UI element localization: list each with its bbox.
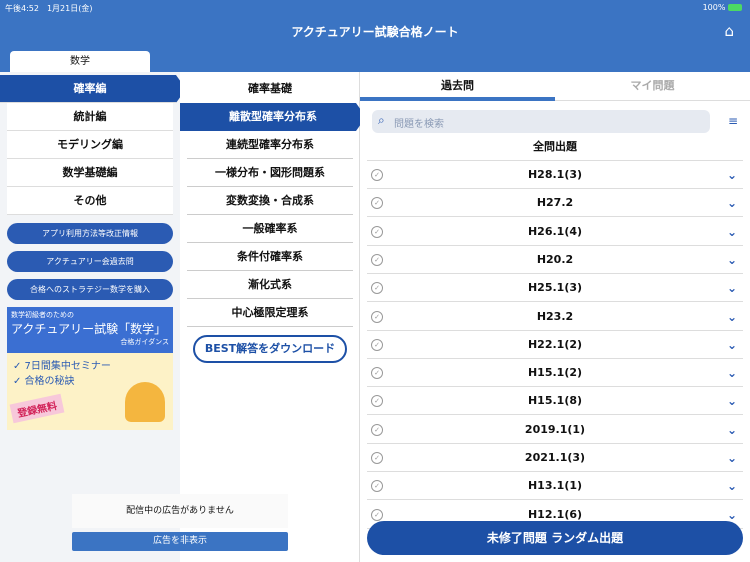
battery-level: 100% (702, 3, 726, 12)
hide-ads-button[interactable]: 広告を非表示 (72, 532, 288, 551)
category-item[interactable]: 一様分布・図形問題系 (187, 159, 353, 187)
left-item-modeling[interactable]: モデリング編 (7, 131, 173, 159)
question-label: H26.1(4) (527, 224, 583, 238)
question-row[interactable]: ✓ H27.2 ⌄ (367, 189, 743, 218)
ad-title: アクチュアリー試験「数学」 (11, 322, 167, 336)
left-sidebar: 確率編 統計編 モデリング編 数学基礎編 その他 アプリ利用方法等改正情報 アク… (0, 72, 288, 562)
battery-icon (728, 4, 742, 11)
question-label: H25.1(3) (527, 281, 583, 295)
left-item-statistics[interactable]: 統計編 (7, 103, 173, 131)
question-row[interactable]: ✓ 2019.1(1) ⌄ (367, 416, 743, 444)
question-label: H28.1(3) (527, 168, 583, 181)
question-label: H20.2 (536, 252, 574, 266)
check-circle-icon[interactable]: ✓ (371, 169, 383, 181)
past-exams-button[interactable]: アクチュアリー会過去問 (7, 251, 173, 272)
question-row[interactable]: ✓ H26.1(4) ⌄ (367, 218, 743, 246)
status-time: 午後4:52 1月21日(金) (5, 4, 93, 13)
question-panel: 過去問 マイ問題 ⌕ 問題を検索 ≡ 全問出題 ✓ H28.1(3) ⌄ ✓ H27.2… (360, 72, 750, 562)
question-row[interactable]: ✓ H13.1(1) ⌄ (367, 472, 743, 501)
question-label: H12.1(6) (527, 507, 583, 521)
ad-badge: 登録無料 (9, 393, 65, 424)
search-input[interactable]: ⌕ 問題を検索 (372, 110, 710, 133)
question-row[interactable]: ✓ H23.2 ⌄ (367, 303, 743, 331)
question-row[interactable]: ✓ H15.1(8) ⌄ (367, 387, 743, 416)
header: 午後4:52 1月21日(金) 100% アクチュアリー試験合格ノート ⌂ 数学 (0, 0, 750, 72)
app-title: アクチュアリー試験合格ノート (291, 25, 459, 39)
question-row[interactable]: ✓ H28.1(3) ⌄ (367, 161, 743, 189)
category-item[interactable]: 連続型確率分布系 (187, 131, 353, 159)
category-item-selected[interactable]: 離散型確率分布系 (180, 103, 366, 131)
chevron-down-icon[interactable]: ⌄ (727, 218, 737, 246)
chevron-down-icon[interactable]: ⌄ (727, 161, 737, 189)
category-item[interactable]: 中心極限定理系 (187, 299, 353, 327)
app-update-info-button[interactable]: アプリ利用方法等改正情報 (7, 223, 173, 244)
purchase-strategy-button[interactable]: 合格へのストラテジー数学を購入 (7, 279, 173, 300)
question-label: H22.1(2) (527, 337, 583, 351)
all-questions-button[interactable]: 全問出題 (367, 133, 743, 161)
left-item-probability[interactable]: 確率編 (0, 75, 180, 103)
check-circle-icon[interactable]: ✓ (371, 508, 383, 521)
filter-icon[interactable]: ≡ (728, 114, 738, 128)
chevron-down-icon[interactable]: ⌄ (727, 189, 737, 217)
check-circle-icon[interactable]: ✓ (371, 480, 383, 493)
question-row[interactable]: ✓ H15.1(2) ⌄ (367, 359, 743, 388)
subject-tab[interactable]: 数学 (10, 51, 150, 72)
home-icon[interactable]: ⌂ (724, 22, 734, 40)
ad-subtitle: 合格ガイダンス (120, 338, 169, 346)
search-icon: ⌕ (378, 113, 385, 127)
chevron-down-icon[interactable]: ⌄ (727, 472, 737, 500)
check-circle-icon[interactable]: ✓ (371, 367, 383, 380)
check-circle-icon[interactable]: ✓ (371, 338, 383, 351)
download-best-answers-button[interactable]: BEST解答をダウンロード (193, 335, 347, 363)
question-label: H23.2 (536, 309, 574, 323)
chevron-down-icon[interactable]: ⌄ (727, 246, 737, 274)
question-row[interactable]: ✓ H20.2 ⌄ (367, 246, 743, 274)
chevron-down-icon[interactable]: ⌄ (727, 444, 737, 472)
question-label: 2019.1(1) (524, 422, 586, 436)
search-placeholder: 問題を検索 (394, 119, 444, 130)
left-item-other[interactable]: その他 (7, 187, 173, 215)
tab-my-questions[interactable]: マイ問題 (555, 72, 750, 101)
chevron-down-icon[interactable]: ⌄ (727, 303, 737, 331)
chevron-down-icon[interactable]: ⌄ (727, 359, 737, 387)
category-item[interactable]: 漸化式系 (187, 271, 353, 299)
check-circle-icon[interactable]: ✓ (371, 423, 383, 436)
question-label: H15.1(8) (527, 394, 583, 408)
category-item[interactable]: 条件付確率系 (187, 243, 353, 271)
check-circle-icon[interactable]: ✓ (371, 225, 383, 238)
ad-illustration (125, 382, 165, 422)
question-label: H13.1(1) (527, 479, 583, 493)
category-item[interactable]: 確率基礎 (187, 75, 353, 103)
question-row[interactable]: ✓ 2021.1(3) ⌄ (367, 444, 743, 472)
no-ads-message: 配信中の広告がありません (72, 494, 288, 528)
question-row[interactable]: ✓ H25.1(3) ⌄ (367, 274, 743, 303)
chevron-down-icon[interactable]: ⌄ (727, 387, 737, 415)
check-circle-icon[interactable]: ✓ (371, 452, 383, 464)
ad-small-text: 数学初級者のための (11, 311, 74, 319)
battery: 100% (703, 3, 742, 12)
chevron-down-icon[interactable]: ⌄ (727, 331, 737, 359)
check-circle-icon[interactable]: ✓ (371, 395, 383, 408)
question-row[interactable]: ✓ H22.1(2) ⌄ (367, 331, 743, 359)
check-circle-icon[interactable]: ✓ (371, 253, 383, 266)
left-item-math-basics[interactable]: 数学基礎編 (7, 159, 173, 187)
chevron-down-icon[interactable]: ⌄ (727, 416, 737, 444)
ad-point: ✓ 7日間集中セミナー (13, 361, 111, 372)
question-label: H15.1(2) (527, 366, 583, 380)
tab-past-exams[interactable]: 過去問 (360, 72, 555, 101)
ad-header: 数学初級者のための アクチュアリー試験「数学」 合格ガイダンス (7, 307, 173, 353)
check-circle-icon[interactable]: ✓ (371, 310, 383, 323)
check-circle-icon[interactable]: ✓ (371, 282, 383, 295)
check-circle-icon[interactable]: ✓ (371, 197, 383, 210)
category-item[interactable]: 一般確率系 (187, 215, 353, 243)
chevron-down-icon[interactable]: ⌄ (727, 274, 737, 302)
seminar-ad-banner[interactable]: 数学初級者のための アクチュアリー試験「数学」 合格ガイダンス ✓ 7日間集中セ… (7, 307, 173, 430)
category-list: 確率基礎 離散型確率分布系 連続型確率分布系 一様分布・図形問題系 変数変換・合… (180, 72, 366, 562)
random-question-button[interactable]: 未修了問題 ランダム出題 (367, 521, 743, 555)
question-label: 2021.1(3) (524, 451, 586, 464)
category-item[interactable]: 変数変換・合成系 (187, 187, 353, 215)
question-label: H27.2 (536, 196, 574, 210)
